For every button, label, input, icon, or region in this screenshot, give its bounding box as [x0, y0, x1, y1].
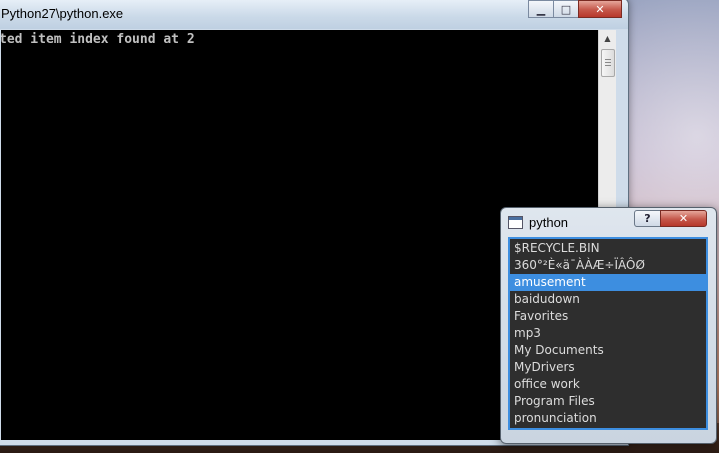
list-item[interactable]: 360°²È«ä¯ÀÀÆ÷ÏÂÔØ — [510, 257, 706, 274]
list-item[interactable]: Program Files — [510, 393, 706, 410]
console-output-text: ted item index found at 2 — [1, 32, 195, 47]
close-button[interactable]: ✕ — [578, 0, 622, 18]
list-item[interactable]: Favorites — [510, 308, 706, 325]
list-item[interactable]: $RECYCLE.BIN — [510, 240, 706, 257]
scroll-thumb[interactable] — [601, 49, 615, 77]
list-item[interactable]: My Documents — [510, 342, 706, 359]
dialog-title: python — [529, 215, 569, 230]
console-titlebar[interactable]: Python27\python.exe ▁ □ ✕ — [0, 0, 628, 29]
list-item[interactable]: baidudown — [510, 291, 706, 308]
dialog-close-button[interactable]: ✕ — [660, 210, 707, 227]
window-controls: ▁ □ ✕ — [528, 0, 622, 18]
list-item-selected[interactable]: amusement — [510, 274, 706, 291]
minimize-button[interactable]: ▁ — [528, 0, 554, 18]
maximize-button[interactable]: □ — [553, 0, 579, 18]
list-item[interactable]: MyDrivers — [510, 359, 706, 376]
help-button[interactable]: ? — [634, 210, 661, 227]
list-item[interactable]: mp3 — [510, 325, 706, 342]
python-list-dialog: python ? ✕ $RECYCLE.BIN 360°²È«ä¯ÀÀÆ÷ÏÂÔØ… — [500, 207, 717, 444]
scroll-up-arrow-icon[interactable]: ▲ — [599, 30, 616, 47]
list-item[interactable]: pronunciation — [510, 410, 706, 427]
window-app-icon — [508, 216, 523, 229]
console-title: Python27\python.exe — [1, 6, 124, 21]
folder-listbox[interactable]: $RECYCLE.BIN 360°²È«ä¯ÀÀÆ÷ÏÂÔØ amusement ba… — [508, 237, 708, 430]
list-item[interactable]: office work — [510, 376, 706, 393]
